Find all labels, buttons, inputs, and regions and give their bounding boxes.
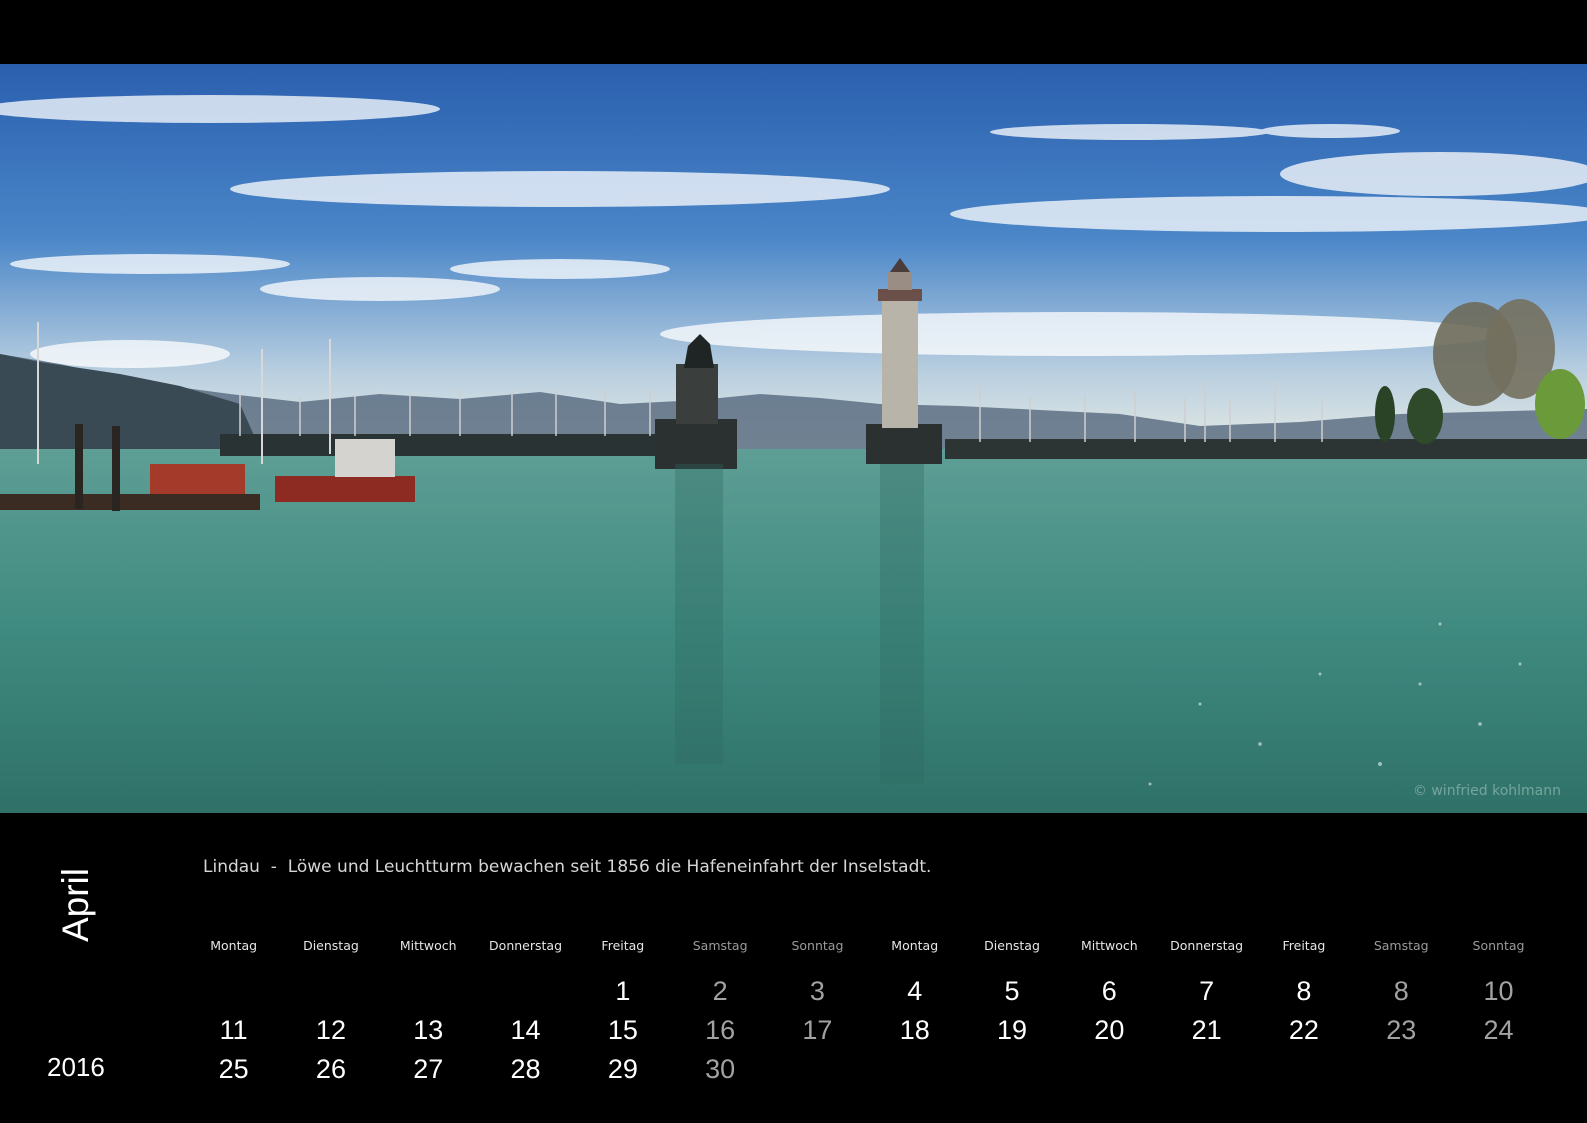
day-cell: 11 [219,1015,248,1045]
day-cell: 30 [705,1054,736,1084]
day-cell: 18 [899,1015,930,1045]
day-cell [1450,1050,1547,1089]
day-cell [1353,1050,1450,1089]
day-cell: 29 [607,1054,638,1084]
day-cell: 22 [1288,1015,1319,1045]
weekday-header: Mittwoch [399,938,457,953]
weekday-header: Dienstag [303,938,359,953]
day-cell: 3 [809,976,825,1006]
day-cell [1255,1050,1352,1089]
day-cell: 23 [1386,1015,1417,1045]
day-cell [866,1050,963,1089]
day-cell: 26 [315,1054,346,1084]
day-cell [1061,1050,1158,1089]
day-cell [769,1050,866,1089]
weekday-header: Freitag [601,938,645,953]
day-cell: 8 [1393,976,1409,1006]
day-cell [380,972,477,1011]
day-cell [185,972,282,1011]
weekday-header: Montag [210,938,258,953]
weekday-header: Donnerstag [489,938,563,953]
day-cell: 6 [1101,976,1117,1006]
day-cell: 8 [1296,976,1312,1006]
month-label: April [55,867,96,943]
day-cell: 10 [1483,976,1514,1006]
weekday-header: Donnerstag [1170,938,1244,953]
day-cell: 27 [413,1054,444,1084]
weekday-header: Samstag [1373,938,1429,953]
weekday-header: Montag [891,938,939,953]
day-cell: 7 [1199,976,1215,1006]
day-cell: 1 [615,976,631,1006]
day-cell: 20 [1094,1015,1125,1045]
day-cell: 15 [607,1015,638,1045]
year-label: 2016 [47,1052,105,1082]
day-cell: 4 [907,976,923,1006]
day-cell: 21 [1191,1015,1222,1045]
day-cell: 13 [413,1015,444,1045]
photo-credit: © winfried kohlmann [1412,783,1561,799]
day-cell: 14 [510,1015,541,1045]
day-cell: 16 [705,1015,736,1045]
day-cell: 2 [712,976,728,1006]
photo-caption: Lindau - Löwe und Leuchtturm bewachen se… [203,857,932,877]
calendar-photo: © winfried kohlmann [0,64,1587,813]
day-cell: 12 [315,1015,346,1045]
day-cell [1158,1050,1255,1089]
weekday-header: Dienstag [984,938,1040,953]
day-cell [477,972,574,1011]
day-cell: 19 [997,1015,1028,1045]
weekday-header: Freitag [1282,938,1326,953]
weekday-header: Samstag [692,938,748,953]
harbor-landscape-image [0,64,1587,813]
day-cell: 24 [1483,1015,1514,1045]
weekday-header: Mittwoch [1080,938,1138,953]
calendar-grid: Montag Dienstag Mittwoch Donnerstag Frei… [185,938,1547,1089]
day-cell: 28 [510,1054,541,1084]
day-cell: 17 [802,1015,833,1045]
day-cell [282,972,379,1011]
day-cell: 5 [1004,976,1020,1006]
weekday-header: Sonntag [1472,938,1525,953]
weekday-header: Sonntag [791,938,844,953]
day-cell: 25 [218,1054,249,1084]
day-cell [963,1050,1060,1089]
